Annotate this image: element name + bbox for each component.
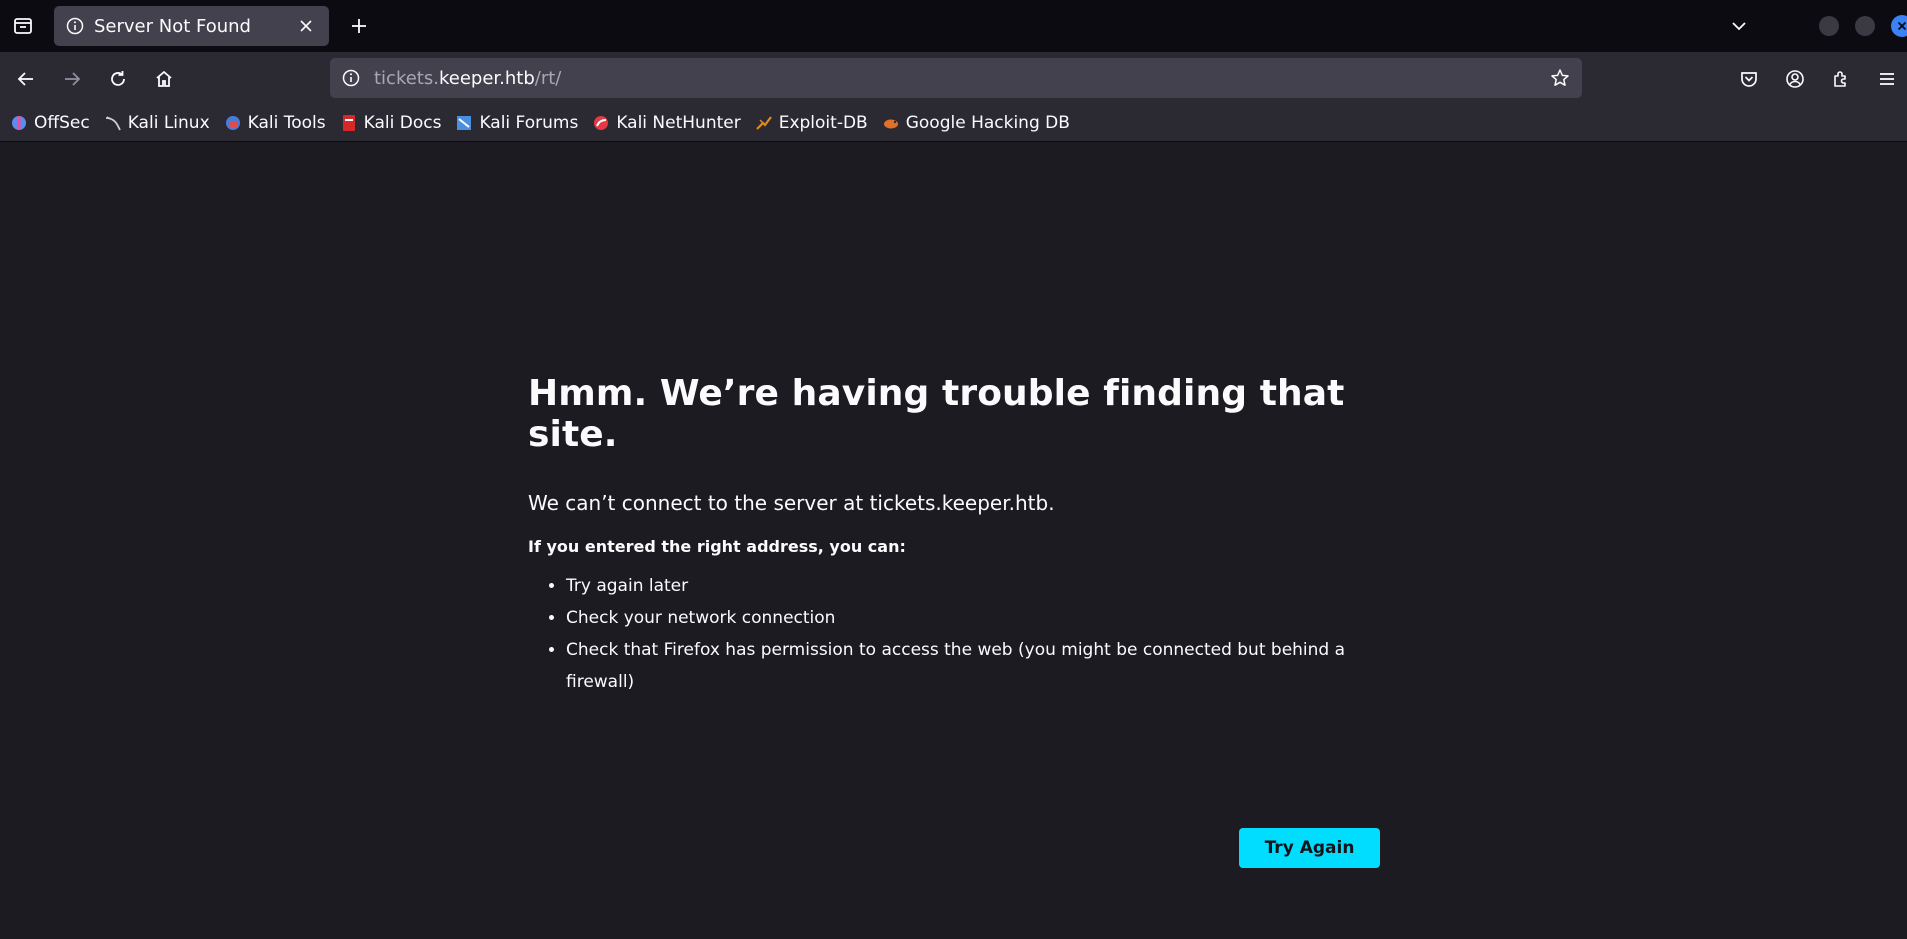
close-icon [1897,21,1907,31]
new-tab-button[interactable] [339,6,379,46]
pocket-button[interactable] [1729,59,1769,99]
page-content: Hmm. We’re having trouble finding that s… [0,143,1907,939]
bookmark-label: Kali Docs [363,113,442,133]
url-bar[interactable]: tickets.keeper.htb/rt/ [330,58,1582,98]
bookmark-exploit-db[interactable]: Exploit-DB [755,113,868,133]
bookmark-kali-docs[interactable]: Kali Docs [340,113,442,133]
bookmark-google-hacking-db[interactable]: Google Hacking DB [882,113,1070,133]
bookmark-label: Google Hacking DB [905,113,1070,133]
url-path: /rt/ [534,67,562,89]
arrow-left-icon [16,69,36,89]
reload-button[interactable] [98,59,138,99]
bookmark-label: Kali Tools [247,113,326,133]
menu-button[interactable] [1867,59,1907,99]
kali-nethunter-icon [592,114,610,132]
firefox-view-icon [13,16,33,36]
suggestion-item: Try again later [566,570,1388,602]
bookmark-kali-forums[interactable]: Kali Forums [455,113,578,133]
kali-forums-icon [455,114,473,132]
bookmark-label: Kali NetHunter [616,113,741,133]
bookmark-offsec[interactable]: OffSec [10,113,90,133]
bookmarks-toolbar: OffSec Kali Linux Kali Tools Kali Docs K… [0,105,1907,142]
navigation-toolbar: tickets.keeper.htb/rt/ [0,52,1907,105]
tab-close-button[interactable] [295,15,317,37]
exploit-db-icon [755,114,773,132]
error-container: Hmm. We’re having trouble finding that s… [528,373,1388,868]
chevron-down-icon [1730,17,1748,35]
error-description: We can’t connect to the server at ticket… [528,491,1055,515]
bookmark-label: OffSec [34,113,90,133]
pocket-icon [1739,69,1759,89]
hamburger-menu-icon [1877,69,1897,89]
window-close-button[interactable] [1891,15,1907,37]
suggestion-item: Check that Firefox has permission to acc… [566,634,1388,698]
ghdb-icon [882,114,900,132]
close-icon [299,19,313,33]
account-button[interactable] [1775,59,1815,99]
arrow-right-icon [62,69,82,89]
bookmark-label: Exploit-DB [778,113,868,133]
bookmark-label: Kali Linux [127,113,210,133]
tab-strip: Server Not Found [0,0,1907,52]
tabstrip-controls [1719,0,1907,52]
star-icon [1550,68,1570,88]
site-info-icon[interactable] [342,69,360,87]
bookmark-label: Kali Forums [479,113,579,133]
bookmark-star-button[interactable] [1550,68,1570,88]
kali-docs-icon [340,114,358,132]
plus-icon [350,17,368,35]
info-icon [66,17,84,35]
suggestions-list: Try again later Check your network conne… [566,570,1388,698]
minimize-button[interactable] [1819,16,1839,36]
puzzle-piece-icon [1831,69,1851,89]
bookmark-kali-nethunter[interactable]: Kali NetHunter [592,113,741,133]
suggestion-item: Check your network connection [566,602,1388,634]
forward-button[interactable] [52,59,92,99]
tab-title: Server Not Found [94,15,251,37]
maximize-button[interactable] [1855,16,1875,36]
offsec-icon [10,114,28,132]
kali-tools-icon [224,114,242,132]
bookmark-kali-linux[interactable]: Kali Linux [104,113,210,133]
reload-icon [108,69,128,89]
url-subdomain: tickets. [374,67,439,89]
back-button[interactable] [6,59,46,99]
suggestions-heading: If you entered the right address, you ca… [528,537,906,556]
url-text[interactable]: tickets.keeper.htb/rt/ [374,68,1550,89]
error-title: Hmm. We’re having trouble finding that s… [528,373,1345,455]
home-button[interactable] [144,59,184,99]
firefox-view-button[interactable] [0,0,46,52]
extensions-button[interactable] [1821,59,1861,99]
account-icon [1785,69,1805,89]
home-icon [154,69,174,89]
bookmark-kali-tools[interactable]: Kali Tools [224,113,326,133]
url-host: keeper.htb [438,67,535,89]
tab-server-not-found[interactable]: Server Not Found [54,6,329,46]
toolbar-right-buttons [1723,52,1907,105]
list-all-tabs-button[interactable] [1719,6,1759,46]
kali-dragon-icon [104,114,122,132]
try-again-button[interactable]: Try Again [1239,828,1380,868]
